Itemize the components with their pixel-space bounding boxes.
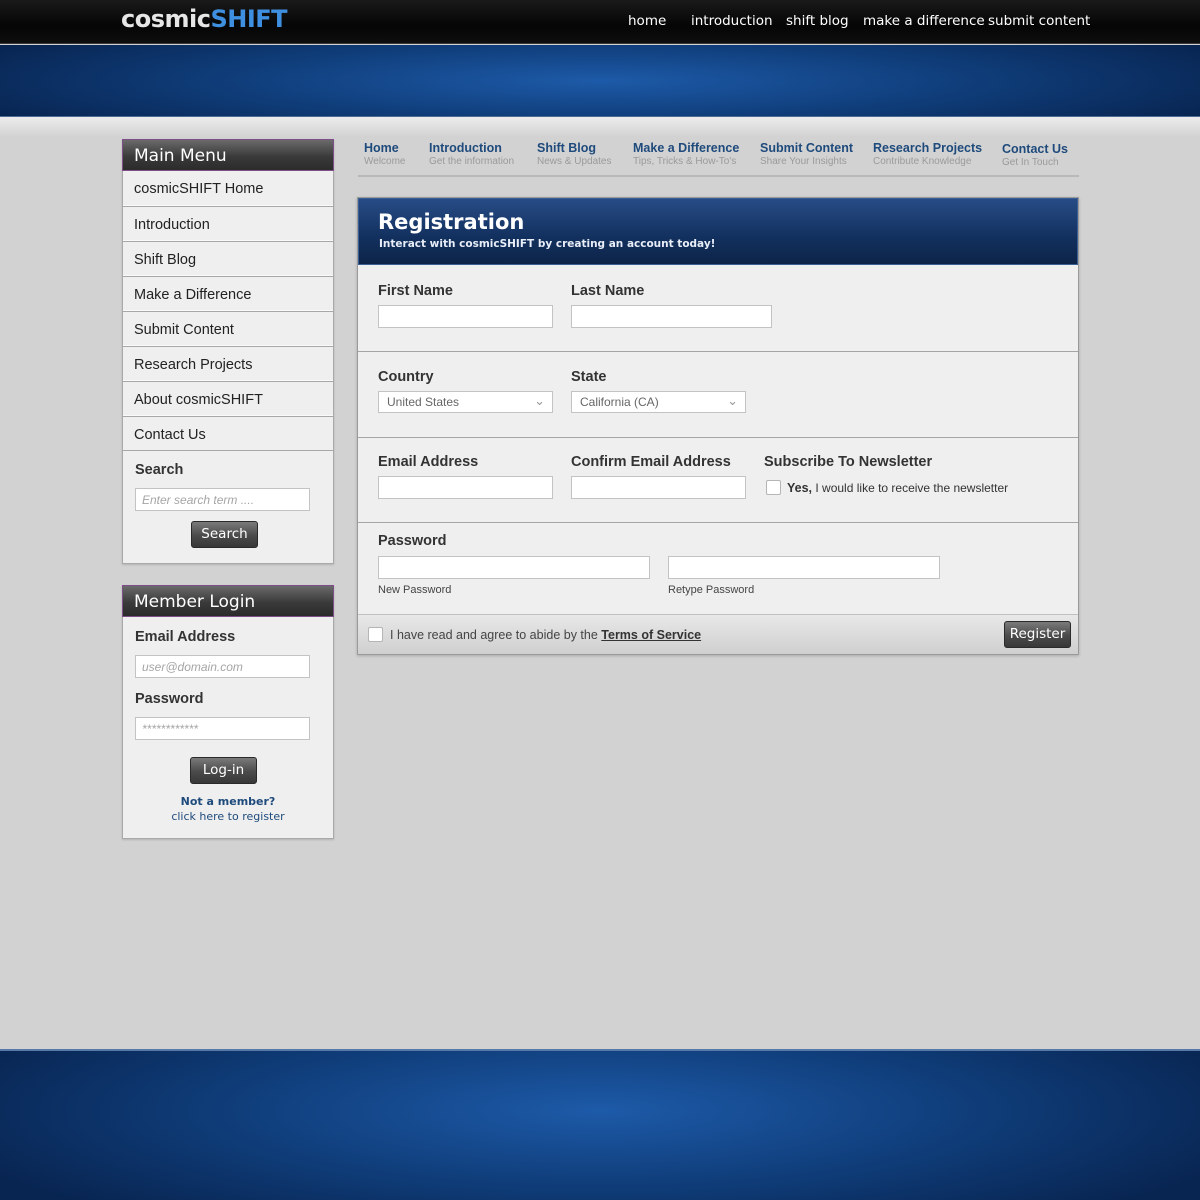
top-nav-make-a-difference[interactable]: make a difference — [863, 13, 985, 29]
register-link[interactable]: click here to register — [123, 810, 333, 823]
register-button[interactable]: Register — [1004, 621, 1071, 648]
login-password-input[interactable]: ************ — [135, 717, 310, 740]
subnav-shift-blog[interactable]: Shift Blog News & Updates — [537, 141, 611, 167]
subnav-introduction[interactable]: Introduction Get the information — [429, 141, 514, 167]
subnav-shift-blog-sub: News & Updates — [537, 156, 612, 167]
search-button[interactable]: Search — [191, 521, 258, 548]
email-section: Email Address Confirm Email Address Subs… — [358, 438, 1078, 523]
menu-item-submit-content[interactable]: Submit Content — [123, 311, 333, 346]
login-password-label: Password — [135, 691, 204, 707]
menu-item-research-projects[interactable]: Research Projects — [123, 346, 333, 381]
search-label: Search — [135, 462, 184, 478]
terms-of-service-link[interactable]: Terms of Service — [601, 628, 701, 642]
subnav-contact-us[interactable]: Contact Us Get In Touch — [1002, 142, 1068, 168]
main-menu-box: Main Menu cosmicSHIFT Home Introduction … — [122, 139, 334, 564]
first-name-label: First Name — [378, 283, 453, 299]
retype-password-caption: Retype Password — [668, 584, 755, 596]
country-select[interactable]: United States ⌄ — [378, 391, 553, 413]
chevron-down-icon: ⌄ — [727, 393, 738, 408]
site-logo[interactable]: cosmicSHIFT — [121, 5, 288, 33]
last-name-label: Last Name — [571, 283, 645, 299]
new-password-input[interactable] — [378, 556, 650, 579]
subnav-submit-content-sub: Share Your Insights — [760, 156, 847, 167]
top-header-bar: cosmicSHIFT home introduction shift blog… — [0, 0, 1200, 44]
menu-item-introduction[interactable]: Introduction — [123, 206, 333, 241]
first-name-input[interactable] — [378, 305, 553, 328]
login-button[interactable]: Log-in — [190, 757, 257, 784]
main-menu-list: cosmicSHIFT Home Introduction Shift Blog… — [123, 171, 333, 451]
terms-checkbox[interactable] — [368, 627, 383, 642]
main-menu-title: Main Menu — [122, 139, 334, 171]
subnav-introduction-title: Introduction — [429, 141, 502, 155]
subnav-shift-blog-title: Shift Blog — [537, 141, 597, 155]
login-email-label: Email Address — [135, 629, 236, 645]
subnav-make-a-difference[interactable]: Make a Difference Tips, Tricks & How-To'… — [633, 141, 739, 167]
menu-item-shift-blog[interactable]: Shift Blog — [123, 241, 333, 276]
subnav-research-projects[interactable]: Research Projects Contribute Knowledge — [873, 141, 982, 167]
email-input[interactable] — [378, 476, 553, 499]
menu-item-about[interactable]: About cosmicSHIFT — [123, 381, 333, 416]
newsletter-text: I would like to receive the newsletter — [815, 481, 1009, 495]
top-nav-introduction[interactable]: introduction — [691, 13, 773, 29]
registration-panel: Registration Interact with cosmicSHIFT b… — [357, 197, 1079, 655]
hero-shadow — [0, 117, 1200, 137]
last-name-input[interactable] — [571, 305, 772, 328]
state-select-value: California (CA) — [580, 395, 659, 409]
subnav-contact-us-sub: Get In Touch — [1002, 157, 1059, 168]
subnav-home-sub: Welcome — [364, 156, 406, 167]
newsletter-yes: Yes, — [787, 481, 813, 495]
menu-item-home[interactable]: cosmicSHIFT Home — [123, 171, 333, 206]
top-nav-home[interactable]: home — [628, 13, 666, 29]
newsletter-option: Yes, I would like to receive the newslet… — [787, 481, 1008, 495]
terms-action-bar: I have read and agree to abide by the Te… — [358, 614, 1078, 654]
subnav-make-a-difference-title: Make a Difference — [633, 141, 740, 155]
footer-banner — [0, 1049, 1200, 1200]
registration-title: Registration — [378, 210, 525, 234]
menu-item-make-a-difference[interactable]: Make a Difference — [123, 276, 333, 311]
terms-statement: I have read and agree to abide by the Te… — [390, 628, 701, 642]
name-section: First Name Last Name — [358, 265, 1078, 352]
subnav-introduction-sub: Get the information — [429, 156, 515, 167]
login-email-input[interactable]: user@domain.com — [135, 655, 310, 678]
email-label: Email Address — [378, 454, 479, 470]
subnav-research-projects-title: Research Projects — [873, 141, 983, 155]
registration-subtitle: Interact with cosmicSHIFT by creating an… — [379, 238, 716, 250]
registration-header: Registration Interact with cosmicSHIFT b… — [358, 198, 1078, 265]
password-label: Password — [378, 533, 447, 549]
confirm-email-label: Confirm Email Address — [571, 454, 731, 470]
member-login-title: Member Login — [122, 585, 334, 617]
subnav-contact-us-title: Contact Us — [1002, 142, 1068, 156]
subnav-submit-content-title: Submit Content — [760, 141, 854, 155]
member-login-box: Member Login Email Address user@domain.c… — [122, 585, 334, 839]
logo-text-cosmic: cosmic — [121, 5, 211, 33]
state-label: State — [571, 369, 607, 385]
top-nav-submit-content[interactable]: submit content — [988, 13, 1090, 29]
subnav-home[interactable]: Home Welcome — [364, 141, 406, 167]
logo-text-shift: SHIFT — [210, 5, 288, 33]
top-nav-shift-blog[interactable]: shift blog — [786, 13, 849, 29]
retype-password-input[interactable] — [668, 556, 940, 579]
new-password-caption: New Password — [378, 584, 452, 596]
hero-banner — [0, 45, 1200, 117]
location-section: Country United States ⌄ State California… — [358, 352, 1078, 438]
password-section: Password New Password Retype Password — [358, 523, 1078, 614]
search-input[interactable]: Enter search term .... — [135, 488, 310, 511]
not-member-text: Not a member? — [180, 795, 276, 808]
secondary-navigation: Home Welcome Introduction Get the inform… — [358, 141, 1079, 177]
chevron-down-icon: ⌄ — [534, 393, 545, 408]
country-select-value: United States — [387, 395, 460, 409]
newsletter-label: Subscribe To Newsletter — [764, 454, 933, 470]
confirm-email-input[interactable] — [571, 476, 746, 499]
newsletter-checkbox[interactable] — [766, 480, 781, 495]
country-label: Country — [378, 369, 434, 385]
subnav-home-title: Home — [364, 141, 399, 155]
subnav-research-projects-sub: Contribute Knowledge — [873, 156, 972, 167]
subnav-submit-content[interactable]: Submit Content Share Your Insights — [760, 141, 853, 167]
menu-item-contact-us[interactable]: Contact Us — [123, 416, 333, 451]
state-select[interactable]: California (CA) ⌄ — [571, 391, 746, 413]
terms-text: I have read and agree to abide by the — [390, 628, 598, 642]
subnav-make-a-difference-sub: Tips, Tricks & How-To's — [633, 156, 737, 167]
